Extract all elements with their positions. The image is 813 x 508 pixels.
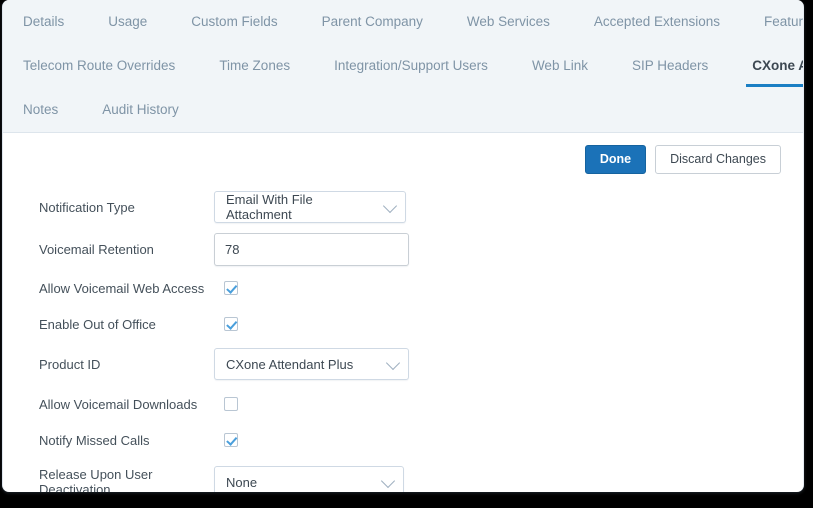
tab-usage[interactable]: Usage <box>108 0 147 44</box>
allow-voicemail-downloads-control <box>214 397 803 411</box>
field-row-notification-type: Notification Type Email With File Attach… <box>39 186 803 228</box>
action-bar: Done Discard Changes <box>3 133 803 174</box>
settings-card: Details Usage Custom Fields Parent Compa… <box>2 0 804 492</box>
product-id-control: CXone Attendant Plus <box>214 348 803 380</box>
tab-cxone-attendant[interactable]: CXone Attendant <box>746 44 803 88</box>
release-upon-user-deactivation-value: None <box>226 474 258 490</box>
notification-type-value: Email With File Attachment <box>226 192 313 222</box>
tab-details[interactable]: Details <box>23 0 64 44</box>
tab-telecom-route-overrides[interactable]: Telecom Route Overrides <box>23 44 175 88</box>
notification-type-control: Email With File Attachment <box>214 191 803 223</box>
tab-audit-history[interactable]: Audit History <box>102 88 179 132</box>
tab-features[interactable]: Features <box>764 0 803 44</box>
field-row-notify-missed-calls: Notify Missed Calls <box>39 422 803 458</box>
field-row-release-upon-user-deactivation: Release Upon User Deactivation None <box>39 458 803 492</box>
notify-missed-calls-checkbox[interactable] <box>224 433 238 447</box>
field-row-allow-voicemail-web-access: Allow Voicemail Web Access <box>39 270 803 306</box>
field-row-product-id: Product ID CXone Attendant Plus <box>39 342 803 386</box>
enable-out-of-office-control <box>214 317 803 331</box>
notification-type-label: Notification Type <box>39 199 135 215</box>
release-upon-user-deactivation-select[interactable]: None <box>214 466 404 492</box>
tab-notes[interactable]: Notes <box>23 88 58 132</box>
release-upon-user-deactivation-control: None <box>214 466 803 492</box>
voicemail-retention-label: Voicemail Retention <box>39 241 154 257</box>
product-id-select[interactable]: CXone Attendant Plus <box>214 348 409 380</box>
chevron-down-icon <box>380 473 396 489</box>
allow-voicemail-web-access-label: Allow Voicemail Web Access <box>39 280 205 296</box>
field-row-allow-voicemail-downloads: Allow Voicemail Downloads <box>39 386 803 422</box>
product-id-label: Product ID <box>39 356 101 372</box>
discard-changes-button[interactable]: Discard Changes <box>655 145 781 174</box>
field-row-enable-out-of-office: Enable Out of Office <box>39 306 803 342</box>
enable-out-of-office-label: Enable Out of Office <box>39 316 156 332</box>
chevron-down-icon <box>385 355 401 371</box>
allow-voicemail-web-access-control <box>214 281 803 295</box>
allow-voicemail-downloads-label: Allow Voicemail Downloads <box>39 396 198 412</box>
notify-missed-calls-label: Notify Missed Calls <box>39 432 150 448</box>
enable-out-of-office-checkbox[interactable] <box>224 317 238 331</box>
tab-sip-headers[interactable]: SIP Headers <box>632 44 708 88</box>
tab-row-1: Details Usage Custom Fields Parent Compa… <box>3 0 803 44</box>
tab-integration-support-users[interactable]: Integration/Support Users <box>334 44 488 88</box>
tab-accepted-extensions[interactable]: Accepted Extensions <box>594 0 720 44</box>
notify-missed-calls-control <box>214 433 803 447</box>
tab-parent-company[interactable]: Parent Company <box>322 0 423 44</box>
tab-web-link[interactable]: Web Link <box>532 44 588 88</box>
release-upon-user-deactivation-label: Release Upon User Deactivation <box>39 467 153 492</box>
notification-type-select[interactable]: Email With File Attachment <box>214 191 406 223</box>
done-button[interactable]: Done <box>584 145 647 174</box>
field-row-voicemail-retention: Voicemail Retention <box>39 228 803 270</box>
tab-row-2: Telecom Route Overrides Time Zones Integ… <box>3 44 803 88</box>
settings-form: Notification Type Email With File Attach… <box>3 186 803 492</box>
product-id-value: CXone Attendant Plus <box>226 356 354 372</box>
allow-voicemail-web-access-checkbox[interactable] <box>224 281 238 295</box>
tab-header: Details Usage Custom Fields Parent Compa… <box>3 0 803 133</box>
tab-custom-fields[interactable]: Custom Fields <box>191 0 277 44</box>
voicemail-retention-control <box>214 232 803 266</box>
chevron-down-icon <box>382 198 398 214</box>
form-body: Done Discard Changes Notification Type E… <box>3 133 803 492</box>
allow-voicemail-downloads-checkbox[interactable] <box>224 397 238 411</box>
tab-web-services[interactable]: Web Services <box>467 0 550 44</box>
tab-time-zones[interactable]: Time Zones <box>219 44 290 88</box>
tab-row-3: Notes Audit History <box>3 88 803 132</box>
voicemail-retention-input[interactable] <box>214 232 409 266</box>
